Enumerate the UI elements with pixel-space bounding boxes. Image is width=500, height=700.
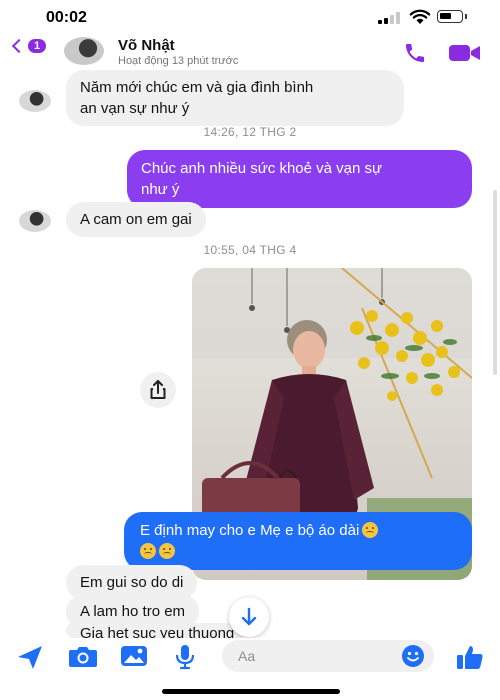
contact-name[interactable]: Võ Nhật xyxy=(118,37,175,54)
battery-icon xyxy=(437,10,467,23)
share-icon xyxy=(150,380,166,399)
message-text: A lam ho tro em xyxy=(80,603,186,620)
message-input-placeholder: Aa xyxy=(238,648,256,664)
camera-icon[interactable] xyxy=(68,644,98,668)
message-text: Gia het suc yeu thuong xyxy=(80,625,235,638)
arrow-down-icon xyxy=(241,607,257,626)
gallery-icon[interactable] xyxy=(120,644,148,668)
chat-header: 1 Võ Nhật Hoạt động 13 phút trước xyxy=(0,34,500,70)
composer-bar: Aa xyxy=(0,638,500,674)
back-chevron-icon xyxy=(11,38,27,54)
contact-avatar[interactable] xyxy=(64,37,104,65)
scroll-to-bottom-button[interactable] xyxy=(229,597,269,637)
message-text: Chúc anh nhiều sức khoẻ và vạn sự xyxy=(141,160,383,177)
active-status: Hoạt động 13 phút trước xyxy=(118,55,239,67)
message-incoming[interactable]: A cam on em gai xyxy=(66,202,206,237)
message-list[interactable]: Năm mới chúc em và gia đình bình an vạn … xyxy=(0,70,500,638)
emoji-icon xyxy=(140,543,156,559)
wifi-icon xyxy=(409,9,431,24)
video-camera-icon[interactable] xyxy=(449,44,481,62)
signal-icon xyxy=(378,12,402,24)
unread-badge: 1 xyxy=(28,39,47,53)
timestamp: 10:55, 04 THG 4 xyxy=(203,243,297,257)
message-outgoing[interactable]: Chúc anh nhiều sức khoẻ và vạn sự như ý xyxy=(127,150,472,208)
phone-icon[interactable] xyxy=(402,41,428,65)
message-text: như ý xyxy=(141,181,180,198)
message-text: A cam on em gai xyxy=(80,211,192,228)
message-text: E định may cho e Mẹ e bộ áo dài xyxy=(140,522,360,539)
message-outgoing[interactable]: E định may cho e Mẹ e bộ áo dài xyxy=(124,512,472,570)
message-text: Năm mới chúc em và gia đình bình xyxy=(80,79,314,96)
emoji-icon xyxy=(159,543,175,559)
scrollbar[interactable] xyxy=(493,190,497,375)
timestamp: 14:26, 12 THG 2 xyxy=(203,125,297,139)
emoji-icon[interactable] xyxy=(401,644,425,668)
thumbs-up-icon[interactable] xyxy=(456,644,484,670)
send-location-icon[interactable] xyxy=(16,644,44,670)
emoji-icon xyxy=(362,522,379,538)
status-time: 00:02 xyxy=(46,9,87,26)
message-text: Em gui so do di xyxy=(80,574,184,591)
message-text: an vạn sự như ý xyxy=(80,100,190,117)
back-button[interactable]: 1 xyxy=(11,38,47,54)
status-bar: 00:02 xyxy=(0,0,500,34)
message-incoming[interactable]: Năm mới chúc em và gia đình bình an vạn … xyxy=(66,70,404,126)
sender-avatar xyxy=(19,90,51,112)
message-incoming[interactable]: Gia het suc yeu thuong xyxy=(66,623,249,638)
home-indicator xyxy=(162,689,340,694)
sender-avatar xyxy=(19,210,51,232)
share-button[interactable] xyxy=(140,372,176,408)
microphone-icon[interactable] xyxy=(174,644,196,670)
